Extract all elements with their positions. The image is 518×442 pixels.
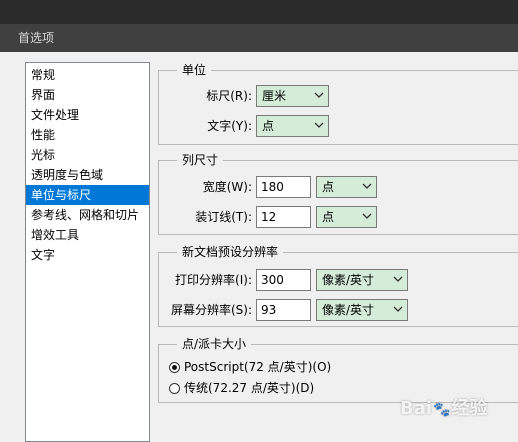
chevron-down-icon — [314, 92, 324, 98]
paw-icon: 🐾 — [433, 402, 451, 418]
sidebar-item-cursors[interactable]: 光标 — [26, 145, 149, 165]
gutter-unit-select[interactable]: 点 — [316, 206, 377, 228]
radio-selected-icon — [169, 362, 180, 373]
width-unit-value: 点 — [322, 180, 335, 194]
gutter-unit-value: 点 — [322, 210, 335, 224]
chevron-down-icon — [393, 276, 403, 282]
chevron-down-icon — [314, 122, 324, 128]
ruler-unit-value: 厘米 — [262, 89, 287, 103]
sidebar-item-performance[interactable]: 性能 — [26, 125, 149, 145]
screen-resolution-unit-select[interactable]: 像素/英寸 — [316, 299, 408, 321]
type-unit-select[interactable]: 点 — [256, 115, 329, 137]
window-title: 首选项 — [0, 24, 518, 52]
units-group: 单位 标尺(R): 厘米 文字(Y): 点 — [158, 62, 518, 145]
watermark-text-left: Bai — [400, 398, 433, 419]
sidebar-item-plugins[interactable]: 增效工具 — [26, 225, 149, 245]
ruler-unit-select[interactable]: 厘米 — [256, 85, 329, 107]
print-resolution-unit-select[interactable]: 像素/英寸 — [316, 269, 408, 291]
print-resolution-input[interactable]: 300 — [256, 269, 311, 291]
postscript-radio[interactable]: PostScript(72 点/英寸)(O) — [169, 358, 331, 376]
screen-resolution-label: 屏幕分辨率(S): — [170, 303, 252, 317]
traditional-radio[interactable]: 传统(72.27 点/英寸)(D) — [169, 379, 314, 397]
screen-resolution-unit-value: 像素/英寸 — [322, 303, 375, 317]
column-group-title: 列尺寸 — [177, 152, 224, 168]
screen-resolution-input[interactable]: 93 — [256, 299, 311, 321]
sidebar-item-transparency-gamut[interactable]: 透明度与色域 — [26, 165, 149, 185]
units-group-title: 单位 — [177, 62, 212, 78]
chevron-down-icon — [362, 183, 372, 189]
category-list[interactable]: 常规 界面 文件处理 性能 光标 透明度与色域 单位与标尺 参考线、网格和切片 … — [25, 62, 150, 442]
print-resolution-label: 打印分辨率(I): — [175, 273, 252, 287]
sidebar-item-type[interactable]: 文字 — [26, 245, 149, 265]
traditional-radio-label: 传统(72.27 点/英寸)(D) — [184, 381, 315, 395]
postscript-radio-label: PostScript(72 点/英寸)(O) — [184, 360, 332, 374]
sidebar-item-general[interactable]: 常规 — [26, 65, 149, 85]
width-label: 宽度(W): — [202, 180, 252, 194]
baidu-watermark: Bai🐾经验 — [400, 394, 487, 420]
width-unit-select[interactable]: 点 — [316, 176, 377, 198]
gutter-input[interactable]: 12 — [256, 206, 311, 228]
resolution-group: 新文档预设分辨率 打印分辨率(I): 300 像素/英寸 屏幕分辨率(S): 9… — [158, 244, 518, 327]
point-pica-group-title: 点/派卡大小 — [177, 336, 252, 352]
radio-unselected-icon — [169, 383, 180, 394]
sidebar-item-guides-grid-slices[interactable]: 参考线、网格和切片 — [26, 205, 149, 225]
print-resolution-unit-value: 像素/英寸 — [322, 273, 375, 287]
type-label: 文字(Y): — [207, 119, 252, 133]
gutter-label: 装订线(T): — [195, 210, 252, 224]
column-size-group: 列尺寸 宽度(W): 180 点 装订线(T): 12 点 — [158, 152, 518, 235]
ruler-label: 标尺(R): — [206, 89, 252, 103]
sidebar-item-file-handling[interactable]: 文件处理 — [26, 105, 149, 125]
width-input[interactable]: 180 — [256, 176, 311, 198]
chevron-down-icon — [362, 213, 372, 219]
sidebar-item-interface[interactable]: 界面 — [26, 85, 149, 105]
sidebar-item-units-rulers[interactable]: 单位与标尺 — [26, 185, 149, 205]
watermark-text-right: 经验 — [451, 398, 488, 419]
resolution-group-title: 新文档预设分辨率 — [177, 244, 284, 260]
type-unit-value: 点 — [262, 119, 275, 133]
chevron-down-icon — [393, 306, 403, 312]
